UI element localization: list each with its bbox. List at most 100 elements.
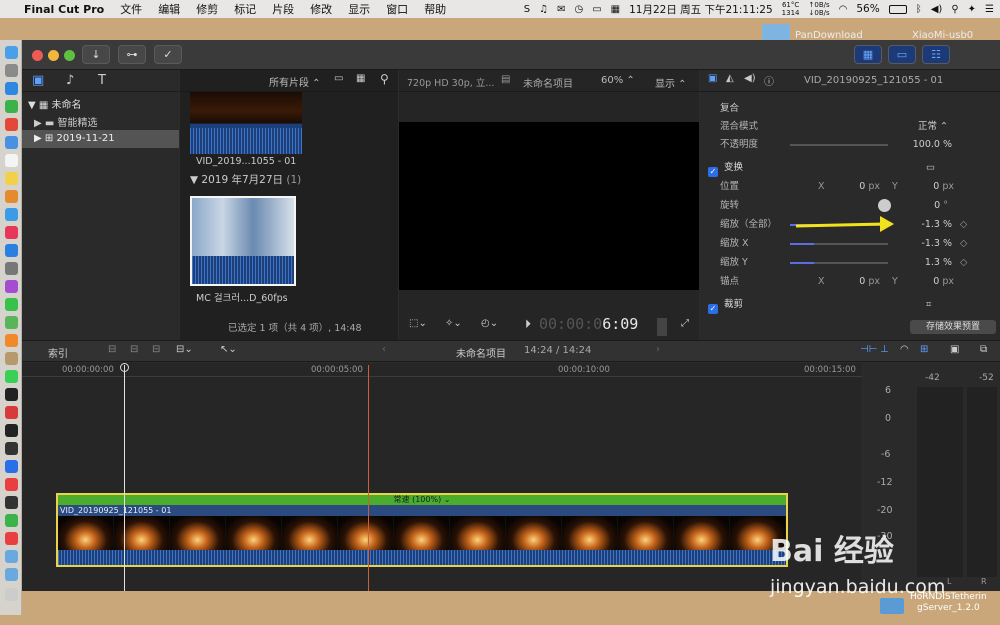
scale-all-value[interactable]: -1.3 % <box>921 216 952 234</box>
opacity-slider[interactable] <box>790 144 888 146</box>
desktop-file-icon[interactable] <box>880 598 904 614</box>
audio-inspector-icon[interactable]: ◀) <box>744 73 756 84</box>
books-icon[interactable] <box>5 334 18 347</box>
safari-icon[interactable] <box>5 82 18 95</box>
display-dropdown[interactable]: 显示 ⌃ <box>655 75 687 90</box>
color-inspector-icon[interactable]: ◭ <box>726 73 734 84</box>
trash-icon[interactable] <box>5 588 18 601</box>
save-preset-button[interactable]: 存储效果预置 <box>910 320 996 334</box>
rotation-dial[interactable] <box>878 199 891 212</box>
play-button[interactable]: ⏵ <box>525 317 531 332</box>
clip-filter-dropdown[interactable]: 所有片段 ⌃ <box>269 74 321 89</box>
background-tasks-button[interactable]: ✓ <box>154 45 182 64</box>
transform-checkbox[interactable]: ✓ <box>708 166 718 177</box>
insert-clip-icon[interactable]: ⊟ <box>130 344 138 355</box>
anchor-y-value[interactable]: 0 px <box>933 273 954 291</box>
menu-file[interactable]: 文件 <box>112 1 150 17</box>
timeline-clip[interactable]: 常速 (100%) ⌄ VID_20190925_121055 - 01 <box>56 493 788 567</box>
chrome-icon[interactable] <box>5 118 18 131</box>
append-clip-icon[interactable]: ⊟ <box>152 344 160 355</box>
retime-tool-icon[interactable]: ◴⌄ <box>481 318 498 329</box>
select-tool-icon[interactable]: ↖⌄ <box>220 344 237 355</box>
message-icon[interactable]: ✉ <box>557 4 565 15</box>
keyframe-icon[interactable]: ◇ <box>960 254 967 272</box>
tv-icon[interactable] <box>5 388 18 401</box>
datetime[interactable]: 11月22日 周五 下午21:11:25 <box>629 2 773 17</box>
position-x-value[interactable]: 0 px <box>859 178 880 196</box>
wifi-icon[interactable]: ◠ <box>839 4 848 15</box>
clip-appearance-icon[interactable]: ▭ <box>334 73 343 84</box>
event-row[interactable]: ▶ ⊞ 2019-11-21 <box>22 130 179 148</box>
connect-clip-icon[interactable]: ⊟ <box>108 344 116 355</box>
downloads-icon[interactable] <box>5 568 18 581</box>
mail-icon[interactable] <box>5 136 18 149</box>
desktop-folder-icon[interactable] <box>762 24 790 40</box>
notification-icon[interactable]: ☰ <box>985 4 994 15</box>
minimize-button[interactable] <box>48 50 59 61</box>
libraries-icon[interactable]: ▣ <box>32 73 44 88</box>
appstore-icon[interactable] <box>5 244 18 257</box>
date-group-header[interactable]: ▼ 2019 年7月27日 (1) <box>190 172 301 187</box>
scale-y-slider[interactable] <box>790 262 888 264</box>
anchor-x-value[interactable]: 0 px <box>859 273 880 291</box>
vivaldi-icon[interactable] <box>5 406 18 419</box>
bluetooth-icon[interactable]: ᛒ <box>916 4 922 15</box>
show-timeline-button[interactable]: ▭ <box>888 45 916 64</box>
playhead-line[interactable] <box>368 365 369 591</box>
music-icon[interactable]: ♫ <box>539 4 548 15</box>
settings-icon[interactable] <box>5 262 18 275</box>
app-menu[interactable]: Final Cut Pro <box>16 3 112 16</box>
spotlight-icon[interactable]: ⚲ <box>951 4 958 15</box>
notes-icon[interactable] <box>5 172 18 185</box>
history-forward-icon[interactable]: › <box>656 344 660 355</box>
history-back-icon[interactable]: ‹ <box>382 344 386 355</box>
battery-percent[interactable]: 56% <box>856 3 879 15</box>
menu-view[interactable]: 显示 <box>340 1 378 17</box>
crop-onscreen-icon[interactable]: ⌗ <box>926 296 931 314</box>
keyframe-icon[interactable]: ◇ <box>960 235 967 253</box>
show-browser-button[interactable]: ▦ <box>854 45 882 64</box>
clock-icon[interactable]: ◷ <box>574 4 583 15</box>
rotation-value[interactable]: 0 ° <box>934 197 948 215</box>
calendar-icon[interactable] <box>5 154 18 167</box>
yandex-icon[interactable] <box>5 478 18 491</box>
video-inspector-icon[interactable]: ▣ <box>708 73 717 84</box>
messages-icon[interactable] <box>5 298 18 311</box>
fcp-icon[interactable] <box>5 496 18 509</box>
contacts-icon[interactable] <box>5 352 18 365</box>
terminal-icon[interactable] <box>5 424 18 437</box>
timeline-ruler[interactable]: 00:00:00:00 00:00:05:00 00:00:10:00 00:0… <box>22 363 862 377</box>
menu-modify[interactable]: 修改 <box>302 1 340 17</box>
snapping-icon[interactable]: ⊞ <box>920 344 928 355</box>
grid-icon[interactable]: ▦ <box>611 4 620 15</box>
folder-icon[interactable] <box>5 550 18 563</box>
effects-browser-icon[interactable]: ⧉ <box>980 344 987 355</box>
transform-onscreen-icon[interactable]: ▭ <box>926 159 935 177</box>
library-row[interactable]: ▼ ▦ 未命名 <box>28 96 82 111</box>
menu-mark[interactable]: 标记 <box>226 1 264 17</box>
facetime-icon[interactable] <box>5 370 18 383</box>
import-button[interactable]: ↓ <box>82 45 110 64</box>
zoom-button[interactable] <box>64 50 75 61</box>
retime-bar[interactable]: 常速 (100%) ⌄ <box>58 495 786 505</box>
weibo-icon[interactable] <box>5 532 18 545</box>
clip1-thumbnail[interactable] <box>190 92 302 154</box>
smart-collections-row[interactable]: ▶ ▬ 智能精选 <box>34 114 98 129</box>
index-button[interactable]: 索引 <box>48 345 68 360</box>
menu-trim[interactable]: 修剪 <box>188 1 226 17</box>
zoom-dropdown[interactable]: 60% ⌃ <box>601 75 635 86</box>
audio-skimming-icon[interactable]: ⊥ <box>880 344 889 355</box>
scale-y-value[interactable]: 1.3 % <box>925 254 952 272</box>
titles-icon[interactable]: T <box>98 73 106 88</box>
wechat-icon[interactable] <box>5 100 18 113</box>
info-inspector-icon[interactable]: ⓘ <box>764 73 774 88</box>
finder-icon[interactable] <box>5 46 18 59</box>
close-button[interactable] <box>32 50 43 61</box>
viewer-canvas[interactable] <box>399 122 699 290</box>
menu-clip[interactable]: 片段 <box>264 1 302 17</box>
menu-edit[interactable]: 编辑 <box>150 1 188 17</box>
qq-icon[interactable] <box>5 208 18 221</box>
enhance-tool-icon[interactable]: ✧⌄ <box>445 318 462 329</box>
crop-checkbox[interactable]: ✓ <box>708 303 718 314</box>
blend-mode-dropdown[interactable]: 正常 ⌃ <box>918 118 948 136</box>
